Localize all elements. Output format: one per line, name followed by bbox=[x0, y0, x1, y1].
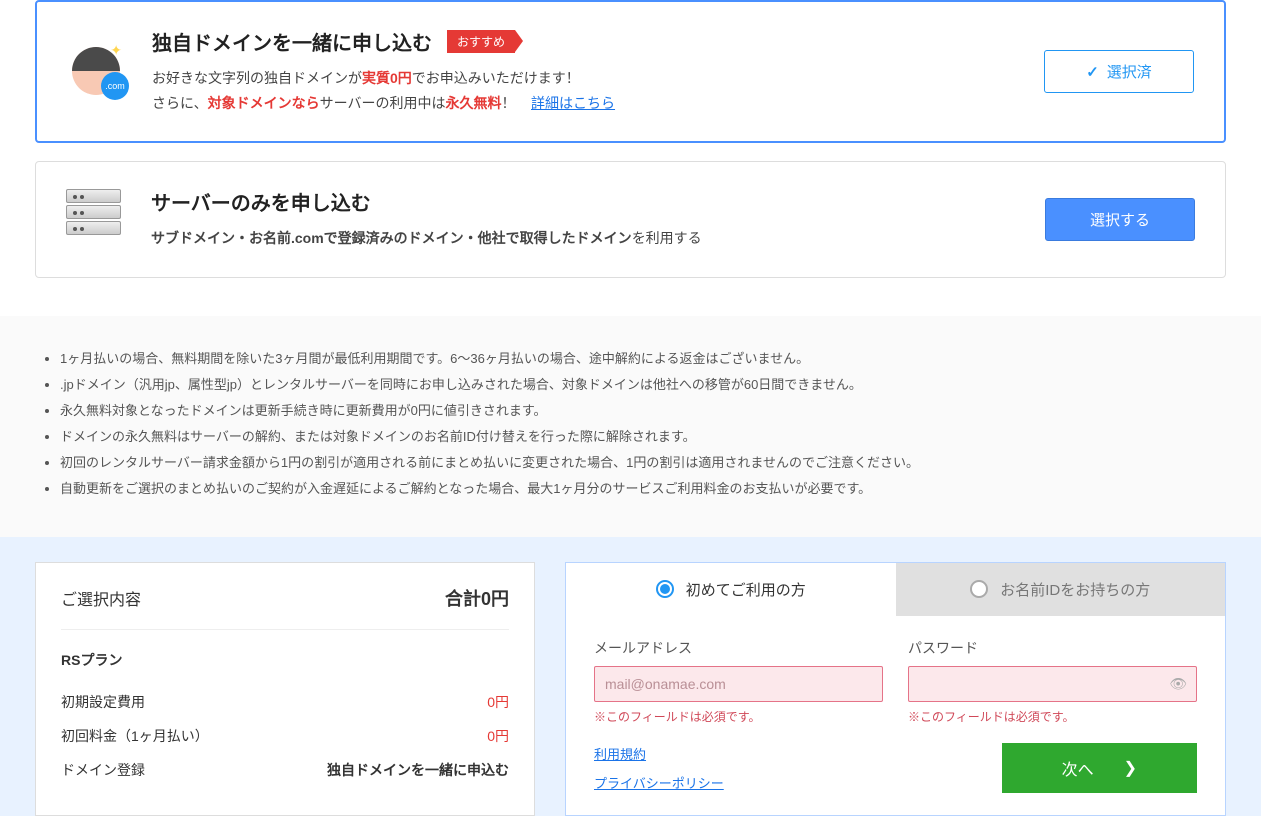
desc-text: でお申込みいただけます！ bbox=[412, 70, 580, 86]
details-link[interactable]: 詳細はこちら bbox=[531, 95, 615, 111]
row-label: 初期設定費用 bbox=[61, 692, 145, 712]
password-label: パスワード bbox=[908, 638, 1197, 658]
row-value: 0円 bbox=[487, 692, 509, 712]
desc-text: お好きな文字列の独自ドメインが bbox=[152, 70, 362, 86]
note-item: 自動更新をご選択のまとめ払いのご契約が入金遅延によるご解約となった場合、最大1ヶ… bbox=[60, 476, 1226, 502]
badge-recommend: おすすめ bbox=[447, 30, 515, 53]
summary-row: 初期設定費用 0円 bbox=[61, 685, 509, 719]
tab-label: お名前IDをお持ちの方 bbox=[1000, 579, 1150, 600]
note-item: 永久無料対象となったドメインは更新手続き時に更新費用が0円に値引きされます。 bbox=[60, 398, 1226, 424]
tab-label: 初めてご利用の方 bbox=[686, 579, 806, 600]
option-card-server[interactable]: サーバーのみを申し込む サブドメイン・お名前.comで登録済みのドメイン・他社で… bbox=[35, 161, 1226, 277]
desc-em: 対象ドメインなら bbox=[208, 95, 320, 111]
row-label: 初回料金（1ヶ月払い） bbox=[61, 726, 209, 746]
summary-panel: ご選択内容 合計0円 RSプラン 初期設定費用0円初回料金（1ヶ月払い）0円ドメ… bbox=[35, 562, 535, 816]
privacy-link[interactable]: プライバシーポリシー bbox=[594, 773, 724, 792]
signup-form: 初めてご利用の方 お名前IDをお持ちの方 メールアドレス ※このフィールドは必須… bbox=[565, 562, 1226, 816]
radio-on-icon bbox=[656, 580, 674, 598]
option-title-text: サーバーのみを申し込む bbox=[151, 187, 371, 216]
summary-total: 合計0円 bbox=[445, 585, 509, 611]
desc-text: さらに、 bbox=[152, 95, 208, 111]
next-button[interactable]: 次へ bbox=[1002, 743, 1197, 793]
button-label: 次へ bbox=[1062, 756, 1094, 780]
option-card-domain[interactable]: ✦ .com 独自ドメインを一緒に申し込む おすすめ お好きな文字列の独自ドメイ… bbox=[35, 0, 1226, 143]
row-value: 独自ドメインを一緒に申込む bbox=[327, 760, 509, 780]
desc-bold: サブドメイン・お名前.comで登録済みのドメイン・他社で取得したドメイン bbox=[151, 230, 632, 246]
desc-text: サーバーの利用中は bbox=[320, 95, 446, 111]
desc-em: 実質0円 bbox=[362, 70, 412, 86]
note-item: ドメインの永久無料はサーバーの解約、または対象ドメインのお名前ID付け替えを行っ… bbox=[60, 424, 1226, 450]
password-error: ※このフィールドは必須です。 bbox=[908, 708, 1197, 725]
tab-existing-user[interactable]: お名前IDをお持ちの方 bbox=[896, 563, 1226, 616]
password-input[interactable] bbox=[908, 666, 1197, 702]
eye-icon[interactable]: 👁 bbox=[1169, 675, 1187, 692]
option-title-text: 独自ドメインを一緒に申し込む bbox=[152, 27, 432, 56]
terms-link[interactable]: 利用規約 bbox=[594, 744, 724, 763]
row-label: ドメイン登録 bbox=[61, 760, 145, 780]
selected-button[interactable]: 選択済 bbox=[1044, 50, 1194, 93]
note-item: 初回のレンタルサーバー請求金額から1円の割引が適用される前にまとめ払いに変更され… bbox=[60, 450, 1226, 476]
summary-title: ご選択内容 bbox=[61, 586, 141, 610]
option-body: サーバーのみを申し込む サブドメイン・お名前.comで登録済みのドメイン・他社で… bbox=[151, 187, 1045, 251]
server-icon bbox=[66, 189, 126, 249]
desc-em: 永久無料 bbox=[445, 95, 501, 111]
com-badge: .com bbox=[101, 72, 129, 100]
row-value: 0円 bbox=[487, 726, 509, 746]
option-body: 独自ドメインを一緒に申し込む おすすめ お好きな文字列の独自ドメインが実質0円で… bbox=[152, 27, 1044, 116]
domain-icon: ✦ .com bbox=[67, 42, 127, 102]
email-label: メールアドレス bbox=[594, 638, 883, 658]
tab-new-user[interactable]: 初めてご利用の方 bbox=[566, 563, 896, 616]
plan-name: RSプラン bbox=[61, 650, 509, 670]
desc-text: を利用する bbox=[632, 230, 702, 246]
notes-list: 1ヶ月払いの場合、無料期間を除いた3ヶ月間が最低利用期間です。6～36ヶ月払いの… bbox=[0, 316, 1261, 537]
desc-text: ！ bbox=[501, 95, 515, 111]
note-item: .jpドメイン（汎用jp、属性型jp）とレンタルサーバーを同時にお申し込みされた… bbox=[60, 372, 1226, 398]
summary-row: ドメイン登録 独自ドメインを一緒に申込む bbox=[61, 753, 509, 787]
radio-off-icon bbox=[970, 580, 988, 598]
button-label: 選択済 bbox=[1107, 61, 1152, 82]
select-button[interactable]: 選択する bbox=[1045, 198, 1195, 241]
note-item: 1ヶ月払いの場合、無料期間を除いた3ヶ月間が最低利用期間です。6～36ヶ月払いの… bbox=[60, 346, 1226, 372]
email-error: ※このフィールドは必須です。 bbox=[594, 708, 883, 725]
email-input[interactable] bbox=[594, 666, 883, 702]
summary-row: 初回料金（1ヶ月払い） 0円 bbox=[61, 719, 509, 753]
